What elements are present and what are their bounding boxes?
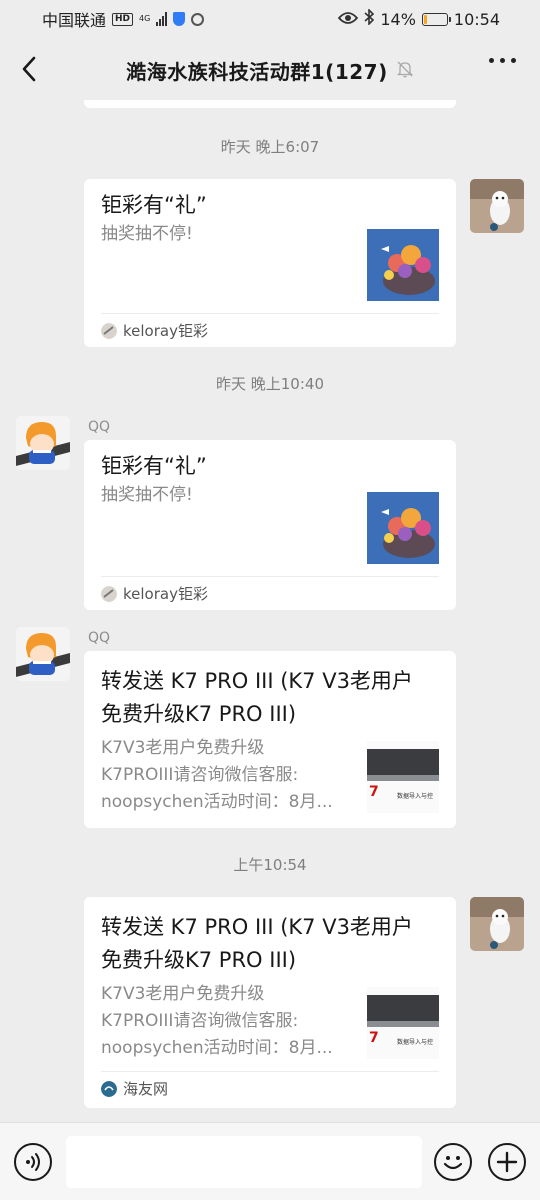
emoji-icon bbox=[443, 1156, 463, 1170]
more-icon bbox=[489, 58, 516, 63]
link-card[interactable]: 转发送 K7 PRO III (K7 V3老用户 免费升级K7 PRO III)… bbox=[84, 651, 456, 828]
card-title: 转发送 K7 PRO III (K7 V3老用户 免费升级K7 PRO III) bbox=[101, 669, 413, 726]
shield-icon bbox=[173, 12, 186, 26]
chat-header: 澔海水族科技活动群1(127) bbox=[0, 38, 540, 100]
source-name: keloray钜彩 bbox=[123, 585, 208, 603]
my-avatar[interactable] bbox=[470, 179, 524, 233]
battery-percent: 14% bbox=[380, 9, 416, 29]
emoji-button[interactable] bbox=[434, 1143, 472, 1181]
plus-icon bbox=[496, 1151, 518, 1173]
thumb-caption: 数据导入与控 bbox=[397, 793, 434, 800]
message-timestamp: 昨天 晚上10:40 bbox=[216, 375, 324, 393]
card-description: 抽奖抽不停! bbox=[101, 485, 193, 505]
input-bar bbox=[0, 1122, 540, 1200]
previous-message-card[interactable] bbox=[84, 100, 456, 108]
sender-name: QQ bbox=[88, 630, 111, 646]
source-logo-icon bbox=[101, 322, 117, 339]
card-description: K7V3老用户免费升级 K7PROIII请咨询微信客服: noopsychen活… bbox=[101, 738, 333, 812]
card-thumbnail: 7 数据导入与控 bbox=[367, 987, 439, 1059]
battery-fill bbox=[423, 14, 427, 24]
card-thumbnail: 7 数据导入与控 bbox=[367, 741, 439, 813]
voice-button[interactable] bbox=[14, 1143, 52, 1181]
thumb-k7-label: 7 bbox=[369, 1030, 379, 1046]
card-thumbnail bbox=[367, 229, 439, 301]
link-card[interactable]: 钜彩有“礼” 抽奖抽不停! keloray钜彩 bbox=[84, 440, 456, 610]
source-logo-icon bbox=[101, 1080, 117, 1097]
mute-icon bbox=[396, 59, 414, 83]
chat-title: 澔海水族科技活动群1(127) bbox=[126, 60, 388, 84]
signal-icon bbox=[156, 12, 168, 26]
carrier-label: 中国联通 bbox=[42, 11, 107, 30]
card-description: 抽奖抽不停! bbox=[101, 224, 193, 244]
source-name: 海友网 bbox=[123, 1080, 169, 1098]
my-avatar[interactable] bbox=[470, 897, 524, 951]
source-logo-icon bbox=[101, 585, 117, 602]
hd-badge: HD bbox=[112, 12, 134, 26]
thumb-caption: 数据导入与控 bbox=[397, 1039, 434, 1046]
status-bar: 中国联通 HD 4G 14% 10:54 bbox=[0, 0, 540, 38]
link-card[interactable]: 转发送 K7 PRO III (K7 V3老用户 免费升级K7 PRO III)… bbox=[84, 897, 456, 1108]
chat-messages[interactable]: 昨天 晚上6:07 钜彩有“礼” 抽奖抽不停! keloray钜彩 昨天 晚上1… bbox=[0, 100, 540, 1122]
message-input[interactable] bbox=[66, 1136, 422, 1188]
card-source: keloray钜彩 bbox=[101, 576, 439, 610]
message-timestamp: 昨天 晚上6:07 bbox=[220, 138, 320, 156]
card-title: 转发送 K7 PRO III (K7 V3老用户 免费升级K7 PRO III) bbox=[101, 915, 413, 972]
message-timestamp: 上午10:54 bbox=[233, 856, 307, 874]
sender-name: QQ bbox=[88, 419, 111, 435]
thumb-k7-label: 7 bbox=[369, 784, 379, 800]
card-thumbnail bbox=[367, 492, 439, 564]
card-description: K7V3老用户免费升级 K7PROIII请咨询微信客服: noopsychen活… bbox=[101, 984, 333, 1058]
sync-icon bbox=[191, 12, 205, 26]
card-title: 钜彩有“礼” bbox=[101, 454, 207, 478]
bluetooth-icon bbox=[364, 8, 375, 29]
more-functions-button[interactable] bbox=[488, 1143, 526, 1181]
chat-title-wrap: 澔海水族科技活动群1(127) bbox=[0, 56, 540, 85]
clock: 10:54 bbox=[453, 9, 500, 29]
voice-icon bbox=[26, 1153, 40, 1171]
sender-avatar[interactable] bbox=[16, 627, 70, 681]
network-type: 4G bbox=[139, 14, 151, 23]
more-button[interactable] bbox=[489, 58, 516, 63]
card-source: keloray钜彩 bbox=[101, 313, 439, 347]
card-source: 海友网 bbox=[101, 1071, 439, 1105]
source-name: keloray钜彩 bbox=[123, 322, 208, 340]
sender-avatar[interactable] bbox=[16, 416, 70, 470]
battery-icon bbox=[421, 12, 451, 26]
link-card[interactable]: 钜彩有“礼” 抽奖抽不停! keloray钜彩 bbox=[84, 179, 456, 347]
card-title: 钜彩有“礼” bbox=[101, 193, 207, 217]
eye-icon bbox=[338, 10, 359, 29]
